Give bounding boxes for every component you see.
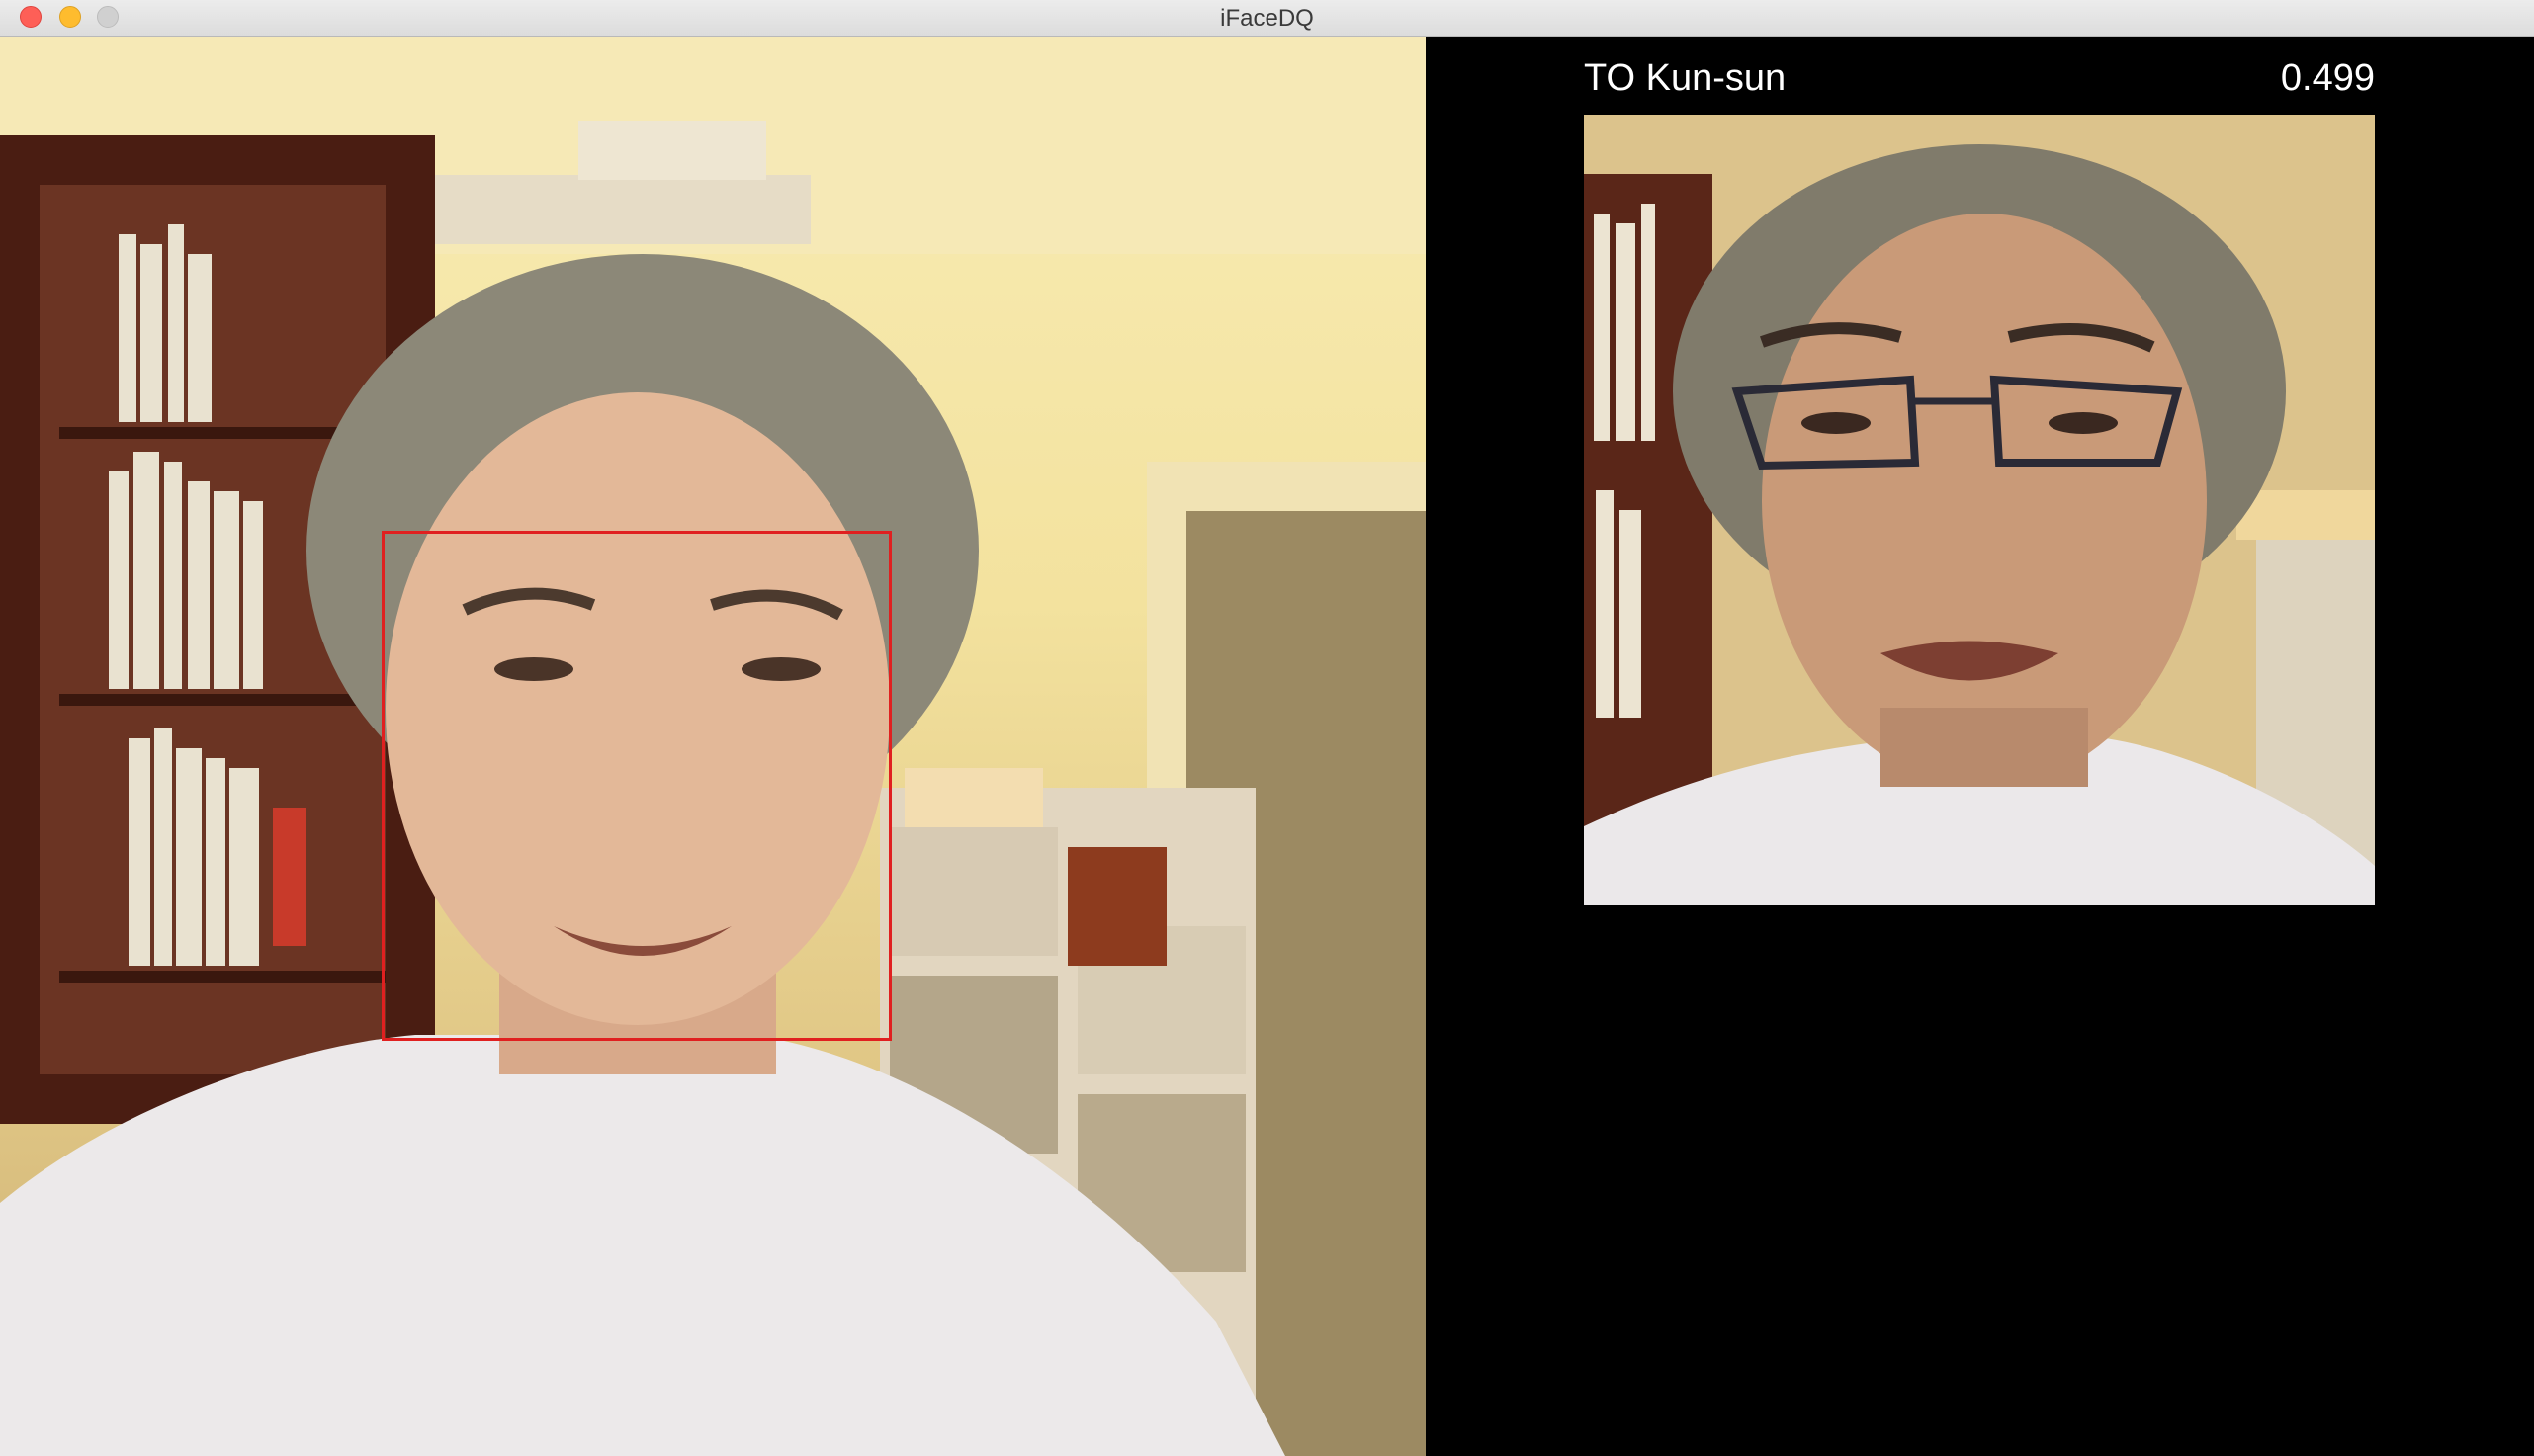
window-titlebar[interactable]: iFaceDQ xyxy=(0,0,2534,37)
matched-face-image xyxy=(1584,115,2375,905)
face-detection-box xyxy=(382,531,892,1041)
match-confidence-score: 0.499 xyxy=(2280,57,2375,99)
matched-person-name: TO Kun-sun xyxy=(1584,57,1787,99)
camera-feed xyxy=(0,37,1426,1456)
window-title: iFaceDQ xyxy=(1220,5,1314,32)
matched-face-picture xyxy=(1584,115,2375,905)
